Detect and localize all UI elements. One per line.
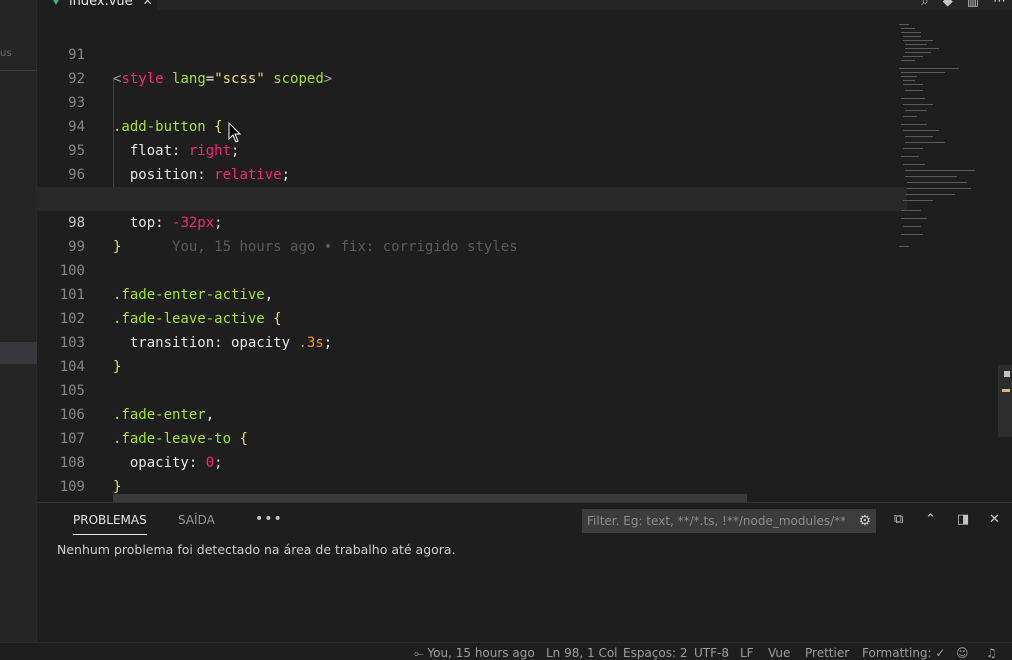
code-line: 94 float: right; [37,91,907,159]
code-line: 91 <style lang="scss" scoped> [37,19,907,87]
toggle-panel-layout-icon[interactable]: ◨ [957,512,969,527]
sidebar-selected-item[interactable] [0,342,37,364]
filter-input[interactable] [583,514,845,528]
close-icon[interactable]: ✕ [143,0,153,8]
code-line-current: 98 } You, 15 hours ago • fix: corrigido … [37,187,907,255]
code-line: 106 .fade-leave-to { [37,379,907,447]
tab-saida[interactable]: SAÍDA [178,513,215,527]
vue-icon [53,0,59,5]
eol-status[interactable]: LF [740,646,754,660]
encoding-status[interactable]: UTF-8 [694,646,729,660]
sidebar-truncated-text: us [0,48,12,59]
search-icon[interactable]: ⌕ [921,0,928,9]
formatting-status[interactable]: Formatting: ✓ [862,646,945,660]
code-line: 108 } [37,427,907,495]
language-mode[interactable]: Vue [768,646,790,660]
code-line: 97 top: -32px; [37,163,907,231]
notifications-bell-icon[interactable]: ♫ [986,646,997,660]
indentation-status[interactable]: Espaços: 2 [623,646,688,660]
close-icon[interactable]: ✕ [989,512,1000,527]
code-line: 101 .fade-leave-active { [37,259,907,327]
cursor-position[interactable]: Ln 98, 1 Col [546,646,618,660]
git-blame-status[interactable]: ⟜ You, 15 hours ago [414,646,535,660]
bottom-panel: PROBLEMAS SAÍDA ••• ⚙ ⧉ ⌃ ◨ ✕ Nenhum pro… [37,502,1012,642]
prettier-status[interactable]: Prettier [805,646,849,660]
status-bar: ⟜ You, 15 hours ago Ln 98, 1 Col Espaços… [0,642,1012,660]
code-line: 109 [37,451,907,495]
side-bar: us [0,0,37,642]
feedback-icon[interactable]: ☺ [956,646,969,660]
code-line: 96 right: 30px; [37,139,907,207]
mouse-pointer-icon [228,122,242,143]
code-line: 100 .fade-enter-active, [37,235,907,303]
code-editor[interactable]: 91 <style lang="scss" scoped> 92 93 .add… [37,10,1012,502]
code-line: 103 } [37,307,907,375]
more-actions-icon[interactable]: ⋯ [993,0,1006,9]
tab-problemas[interactable]: PROBLEMAS [73,513,147,535]
editor-toolbar: ⌕ ◆ ▥ ⋯ [921,0,1006,9]
more-icon[interactable]: ••• [255,511,283,527]
problems-filter: ⚙ [582,509,876,533]
code-line: 92 [37,43,907,87]
scrollbar-marker [1004,371,1010,377]
minimap[interactable] [897,20,975,260]
problems-empty-message: Nenhum problema foi detectado na área de… [57,542,456,557]
vertical-scrollbar[interactable] [998,365,1012,437]
code-line: 95 position: relative; [37,115,907,183]
code-line: 99 [37,211,907,255]
code-line: 104 [37,331,907,375]
chevron-up-icon[interactable]: ⌃ [925,512,936,527]
code-line: 105 .fade-enter, [37,355,907,423]
horizontal-scrollbar[interactable] [113,494,747,502]
editor-tab-strip: index.vue ✕ ⌕ ◆ ▥ ⋯ [37,0,1012,10]
git-compare-icon[interactable]: ◆ [943,0,953,9]
code-line: 102 transition: opacity .3s; [37,283,907,351]
collapse-all-icon[interactable]: ⧉ [894,512,903,527]
code-line: 93 .add-button { [37,67,907,135]
split-editor-icon[interactable]: ▥ [967,0,979,9]
editor-tab-index-vue[interactable]: index.vue ✕ [37,0,157,10]
scrollbar-marker [1002,389,1010,392]
sidebar-divider [0,70,37,71]
filter-settings-icon[interactable]: ⚙ [858,513,871,529]
tab-label: index.vue [69,0,133,9]
code-line: 107 opacity: 0; [37,403,907,471]
